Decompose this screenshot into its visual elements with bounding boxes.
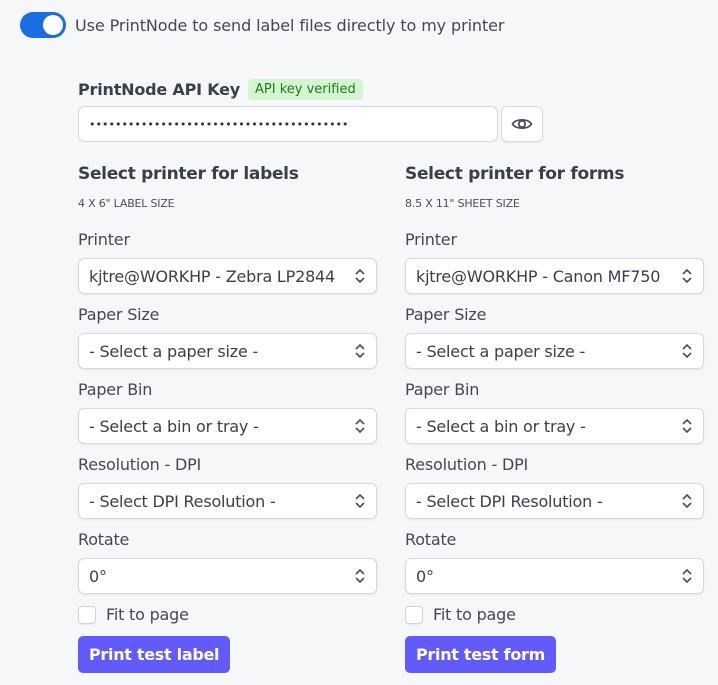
forms-rotate-value: 0°	[416, 566, 434, 586]
labels-column-subtitle: 4 X 6" LABEL SIZE	[78, 197, 175, 210]
forms-rotate-field: Rotate 0°	[405, 530, 705, 594]
forms-paper-bin-field: Paper Bin - Select a bin or tray -	[405, 380, 705, 444]
forms-fit-to-page-label: Fit to page	[433, 605, 516, 624]
forms-paper-size-value: - Select a paper size -	[416, 341, 586, 361]
forms-dpi-field: Resolution - DPI - Select DPI Resolution…	[405, 455, 705, 519]
toggle-label: Use PrintNode to send label files direct…	[75, 15, 505, 35]
chevron-up-down-icon	[682, 268, 692, 284]
forms-printer-field: Printer kjtre@WORKHP - Canon MF750	[405, 230, 705, 294]
chevron-up-down-icon	[682, 418, 692, 434]
labels-dpi-field: Resolution - DPI - Select DPI Resolution…	[78, 455, 378, 519]
chevron-up-down-icon	[355, 568, 365, 584]
labels-fit-to-page-checkbox[interactable]	[78, 605, 96, 624]
forms-paper-size-field: Paper Size - Select a paper size -	[405, 305, 705, 369]
labels-paper-bin-field: Paper Bin - Select a bin or tray -	[78, 380, 378, 444]
chevron-up-down-icon	[682, 568, 692, 584]
labels-rotate-field: Rotate 0°	[78, 530, 378, 594]
forms-paper-bin-value: - Select a bin or tray -	[416, 416, 586, 436]
labels-rotate-select[interactable]: 0°	[78, 558, 377, 594]
chevron-up-down-icon	[355, 343, 365, 359]
toggle-knob	[43, 15, 63, 35]
labels-paper-bin-label: Paper Bin	[78, 380, 153, 399]
api-key-input[interactable]: ••••••••••••••••••••••••••••••••••••••••	[78, 106, 498, 142]
forms-paper-bin-label: Paper Bin	[405, 380, 480, 399]
forms-dpi-value: - Select DPI Resolution -	[416, 491, 603, 511]
labels-rotate-label: Rotate	[78, 530, 130, 549]
labels-paper-bin-select[interactable]: - Select a bin or tray -	[78, 408, 377, 444]
forms-column-title: Select printer for forms	[405, 164, 625, 184]
forms-printer-select[interactable]: kjtre@WORKHP - Canon MF750	[405, 258, 704, 294]
forms-paper-size-select[interactable]: - Select a paper size -	[405, 333, 704, 369]
labels-fit-to-page-row: Fit to page	[78, 605, 189, 624]
reveal-api-key-button[interactable]	[501, 106, 543, 142]
forms-printer-label: Printer	[405, 230, 457, 249]
chevron-up-down-icon	[355, 493, 365, 509]
forms-printer-value: kjtre@WORKHP - Canon MF750	[416, 266, 661, 286]
labels-printer-select[interactable]: kjtre@WORKHP - Zebra LP2844	[78, 258, 377, 294]
labels-printer-field: Printer kjtre@WORKHP - Zebra LP2844	[78, 230, 378, 294]
print-test-label-button[interactable]: Print test label	[78, 636, 231, 673]
chevron-up-down-icon	[355, 268, 365, 284]
forms-printer-column: Select printer for forms 8.5 X 11" SHEET…	[405, 164, 705, 673]
forms-dpi-label: Resolution - DPI	[405, 455, 529, 474]
chevron-up-down-icon	[682, 343, 692, 359]
api-key-section: PrintNode API Key API key verified •••••…	[78, 76, 543, 142]
chevron-up-down-icon	[355, 418, 365, 434]
forms-rotate-label: Rotate	[405, 530, 457, 549]
forms-paper-bin-select[interactable]: - Select a bin or tray -	[405, 408, 704, 444]
forms-fit-to-page-row: Fit to page	[405, 605, 516, 624]
labels-paper-size-value: - Select a paper size -	[89, 341, 259, 361]
labels-paper-size-label: Paper Size	[78, 305, 160, 324]
forms-rotate-select[interactable]: 0°	[405, 558, 704, 594]
labels-rotate-value: 0°	[89, 566, 107, 586]
api-verified-badge: API key verified	[248, 78, 363, 100]
printnode-toggle-row: Use PrintNode to send label files direct…	[20, 12, 504, 38]
forms-paper-size-label: Paper Size	[405, 305, 487, 324]
api-key-label: PrintNode API Key	[78, 79, 241, 99]
forms-column-subtitle: 8.5 X 11" SHEET SIZE	[405, 197, 520, 210]
print-test-form-button[interactable]: Print test form	[405, 636, 556, 673]
labels-printer-value: kjtre@WORKHP - Zebra LP2844	[89, 266, 336, 286]
labels-printer-column: Select printer for labels 4 X 6" LABEL S…	[78, 164, 378, 673]
labels-dpi-select[interactable]: - Select DPI Resolution -	[78, 483, 377, 519]
chevron-up-down-icon	[682, 493, 692, 509]
forms-fit-to-page-checkbox[interactable]	[405, 605, 423, 624]
labels-paper-size-field: Paper Size - Select a paper size -	[78, 305, 378, 369]
labels-fit-to-page-label: Fit to page	[106, 605, 189, 624]
printnode-toggle[interactable]	[20, 12, 66, 38]
labels-column-title: Select printer for labels	[78, 164, 299, 184]
labels-printer-label: Printer	[78, 230, 130, 249]
labels-paper-bin-value: - Select a bin or tray -	[89, 416, 259, 436]
labels-dpi-value: - Select DPI Resolution -	[89, 491, 276, 511]
labels-dpi-label: Resolution - DPI	[78, 455, 202, 474]
forms-dpi-select[interactable]: - Select DPI Resolution -	[405, 483, 704, 519]
labels-paper-size-select[interactable]: - Select a paper size -	[78, 333, 377, 369]
eye-icon	[511, 118, 533, 130]
